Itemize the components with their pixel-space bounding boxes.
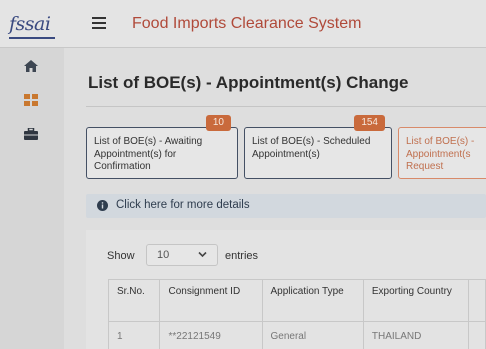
page-size-select[interactable]: 10 [146, 244, 218, 266]
cell-consignment-id: **22121549 [159, 321, 263, 349]
card-scheduled-appointments[interactable]: 154 List of BOE(s) - Scheduled Appointme… [244, 115, 392, 179]
home-icon[interactable] [24, 60, 38, 72]
app-window: fssai Food Imports Clearance System List… [0, 0, 486, 349]
cell-more [467, 321, 486, 349]
column-header-sr-no[interactable]: Sr.No. [107, 279, 161, 322]
count-badge: 10 [205, 115, 231, 131]
column-header-exporting-country[interactable]: Exporting Country [362, 279, 469, 322]
fssai-logo[interactable]: fssai [9, 13, 51, 35]
logo-underline [9, 37, 55, 39]
cell-exporting-country: THAILAND [362, 321, 469, 349]
column-header-more [467, 279, 486, 322]
boe-table: Sr.No. Consignment ID Application Type E… [107, 279, 486, 349]
page-size-value: 10 [157, 249, 170, 261]
column-header-application-type[interactable]: Application Type [261, 279, 364, 322]
show-label: Show [107, 250, 135, 262]
cell-sr-no: 1 [107, 321, 161, 349]
cell-application-type: General [261, 321, 364, 349]
app-title: Food Imports Clearance System [132, 15, 362, 32]
column-header-consignment-id[interactable]: Consignment ID [159, 279, 263, 322]
count-badge: 154 [354, 115, 385, 131]
card-label: List of BOE(s) - Scheduled Appointment(s… [252, 136, 371, 160]
card-label: List of BOE(s) - Awaiting Appointment(s)… [94, 136, 203, 172]
top-bar: fssai Food Imports Clearance System [0, 0, 486, 48]
hamburger-icon[interactable] [92, 17, 106, 29]
chevron-down-icon [198, 251, 207, 258]
table-header-row: Sr.No. Consignment ID Application Type E… [107, 279, 486, 322]
title-divider [86, 106, 486, 107]
table-row[interactable]: 1 **22121549 General THAILAND [107, 321, 486, 349]
card-appointment-request[interactable]: List of BOE(s) - Appointment(s Request [398, 127, 486, 179]
card-awaiting-confirmation[interactable]: 10 List of BOE(s) - Awaiting Appointment… [86, 115, 238, 179]
info-icon [97, 200, 108, 211]
page-title: List of BOE(s) - Appointment(s) Change [88, 73, 409, 92]
grid-icon[interactable] [24, 94, 38, 106]
card-label: List of BOE(s) - Appointment(s Request [406, 136, 475, 172]
more-details-bar[interactable]: Click here for more details [86, 194, 486, 218]
main-content: List of BOE(s) - Appointment(s) Change 1… [64, 48, 486, 349]
briefcase-icon[interactable] [24, 128, 38, 140]
more-details-link[interactable]: Click here for more details [116, 199, 250, 211]
entries-label: entries [225, 250, 259, 262]
sidebar [0, 48, 64, 349]
table-panel: Show 10 entries Sr.No. Consignment ID Ap… [86, 230, 486, 349]
